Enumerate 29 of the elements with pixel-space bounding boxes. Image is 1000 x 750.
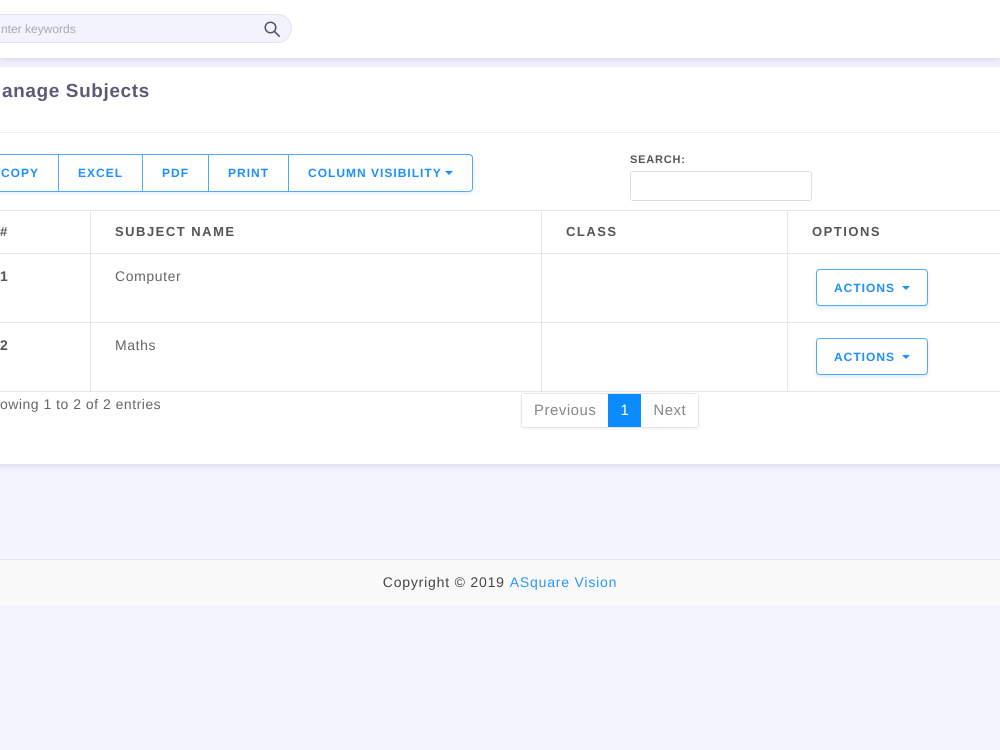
search-icon[interactable]: [264, 21, 280, 37]
table-cell: 1: [0, 254, 91, 323]
table-cell: 2: [0, 323, 91, 392]
export-button[interactable]: COPY: [0, 154, 60, 192]
actions-dropdown[interactable]: ACTIONS: [816, 338, 928, 375]
actions-dropdown[interactable]: ACTIONS: [816, 269, 928, 306]
search-label: SEARCH:: [630, 154, 686, 167]
column-header: SUBJECT NAME: [91, 211, 542, 254]
table-info-text: owing 1 to 2 of 2 entries: [0, 395, 162, 413]
export-button[interactable]: PDF: [143, 154, 210, 192]
previous-button[interactable]: Previous: [522, 394, 608, 427]
table-cell: Computer: [91, 254, 542, 323]
copyright-text: Copyright © 2019 ASquare Vision: [382, 573, 618, 591]
footer-link[interactable]: ASquare Vision: [510, 574, 618, 590]
column-header: OPTIONS: [788, 211, 1000, 254]
table-cell: Maths: [91, 323, 542, 392]
caret-icon: [902, 286, 910, 290]
page-title: anage Subjects: [2, 81, 150, 103]
column-header: #: [0, 211, 91, 254]
search-field[interactable]: nter keywords: [0, 14, 292, 43]
column-visibility-dropdown[interactable]: COLUMN VISIBILITY: [289, 154, 473, 192]
export-button[interactable]: EXCEL: [59, 154, 144, 192]
table-search-field[interactable]: [630, 171, 812, 201]
export-button[interactable]: PRINT: [209, 154, 290, 192]
caret-icon: [902, 354, 910, 358]
caret-icon: [444, 171, 453, 175]
column-header: CLASS: [542, 211, 788, 254]
next-button[interactable]: Next: [641, 394, 698, 427]
page-button[interactable]: 1: [608, 394, 642, 427]
